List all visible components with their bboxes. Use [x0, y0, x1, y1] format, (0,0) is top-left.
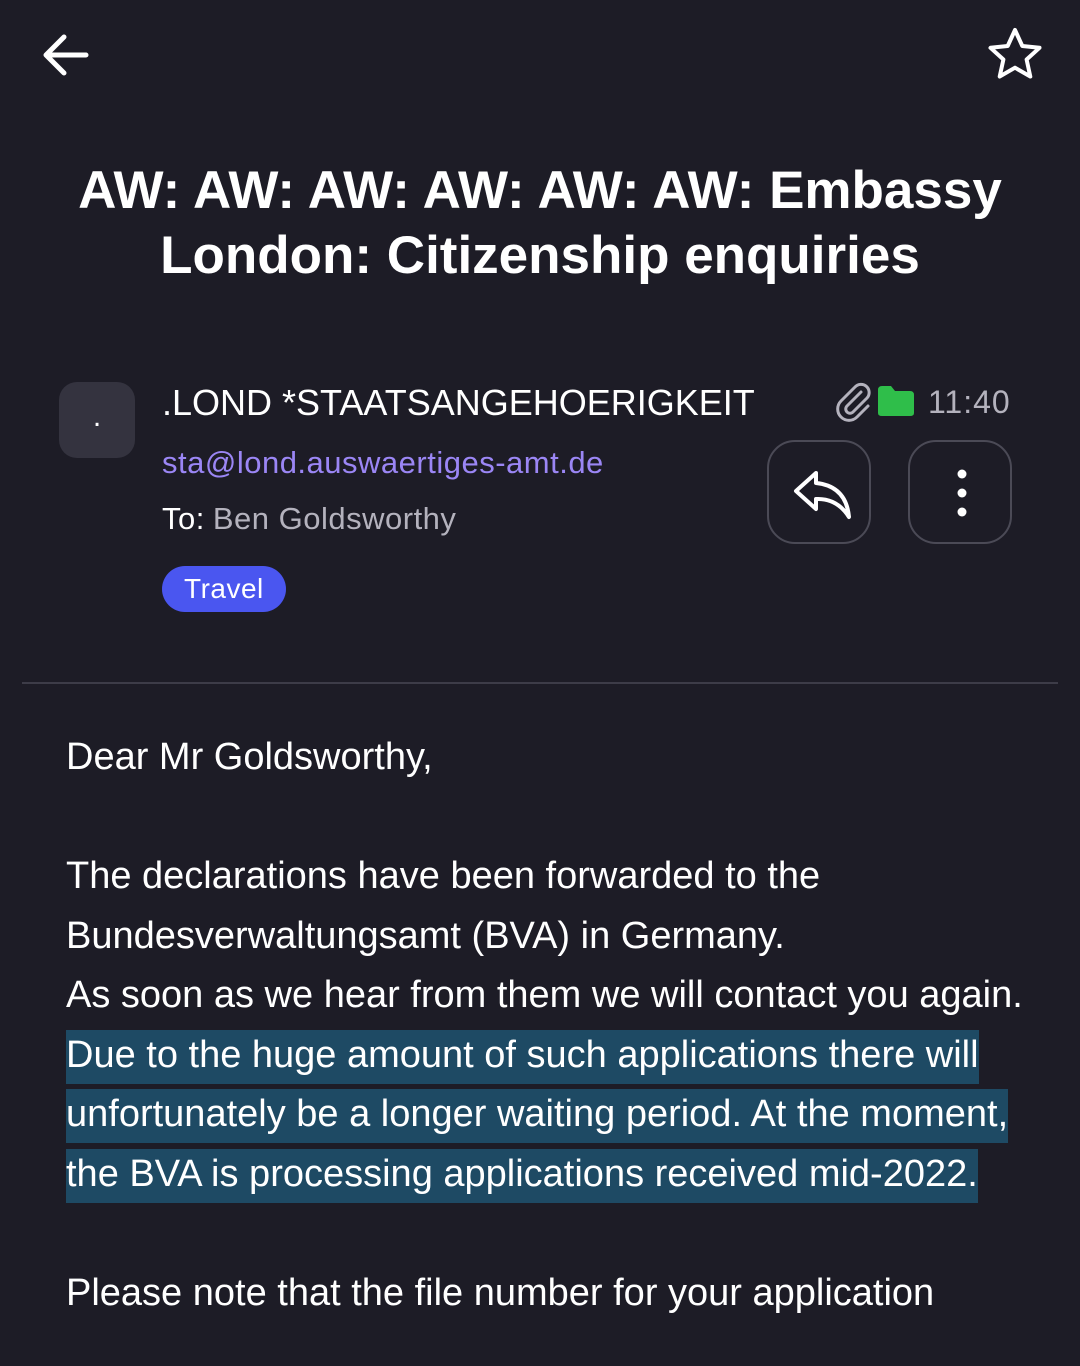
sender-name[interactable]: .LOND *STAATSANGEHOERIGKEIT: [162, 380, 755, 426]
header-divider: [22, 682, 1058, 684]
email-subject: AW: AW: AW: AW: AW: AW: Embassy London: …: [78, 161, 1002, 285]
arrow-left-icon: [43, 34, 89, 76]
paragraph-contact: As soon as we hear from them we will con…: [66, 966, 1026, 1204]
sender-email[interactable]: sta@lond.auswaertiges-amt.de: [162, 442, 604, 484]
more-options-button[interactable]: [908, 440, 1012, 544]
recipient-row[interactable]: To: Ben Goldsworthy: [162, 498, 456, 540]
paragraph-text: As soon as we hear from them we will con…: [66, 974, 1023, 1016]
recipient-label: To:: [162, 501, 205, 536]
star-button[interactable]: [984, 24, 1046, 86]
reply-icon: [794, 471, 851, 519]
message-body: Dear Mr Goldsworthy, The declarations ha…: [66, 728, 1026, 1323]
sender-avatar[interactable]: .: [59, 382, 135, 458]
paragraph-file-number: Please note that the file number for you…: [66, 1271, 935, 1314]
label-tag-travel[interactable]: Travel: [162, 566, 286, 612]
selected-text-highlight[interactable]: Due to the huge amount of such applicati…: [66, 1029, 1009, 1203]
email-detail-screen: AW: AW: AW: AW: AW: AW: Embassy London: …: [0, 0, 1080, 1366]
paragraph-line: Bundesverwaltungsamt (BVA) in Germany.: [66, 914, 785, 957]
back-button[interactable]: [36, 26, 96, 86]
top-app-bar: [0, 0, 1080, 110]
message-time: 11:40: [928, 384, 1011, 420]
paperclip-icon: [836, 382, 871, 422]
paragraph-forwarded: The declarations have been forwarded to …: [66, 847, 1026, 966]
folder-icon: [878, 386, 914, 416]
more-vertical-icon: [957, 469, 967, 517]
reply-button[interactable]: [767, 440, 871, 544]
recipient-name: Ben Goldsworthy: [212, 501, 457, 536]
greeting: Dear Mr Goldsworthy,: [66, 736, 433, 778]
star-outline-icon: [988, 28, 1042, 79]
paragraph-line: The declarations have been forwarded to …: [66, 855, 821, 897]
